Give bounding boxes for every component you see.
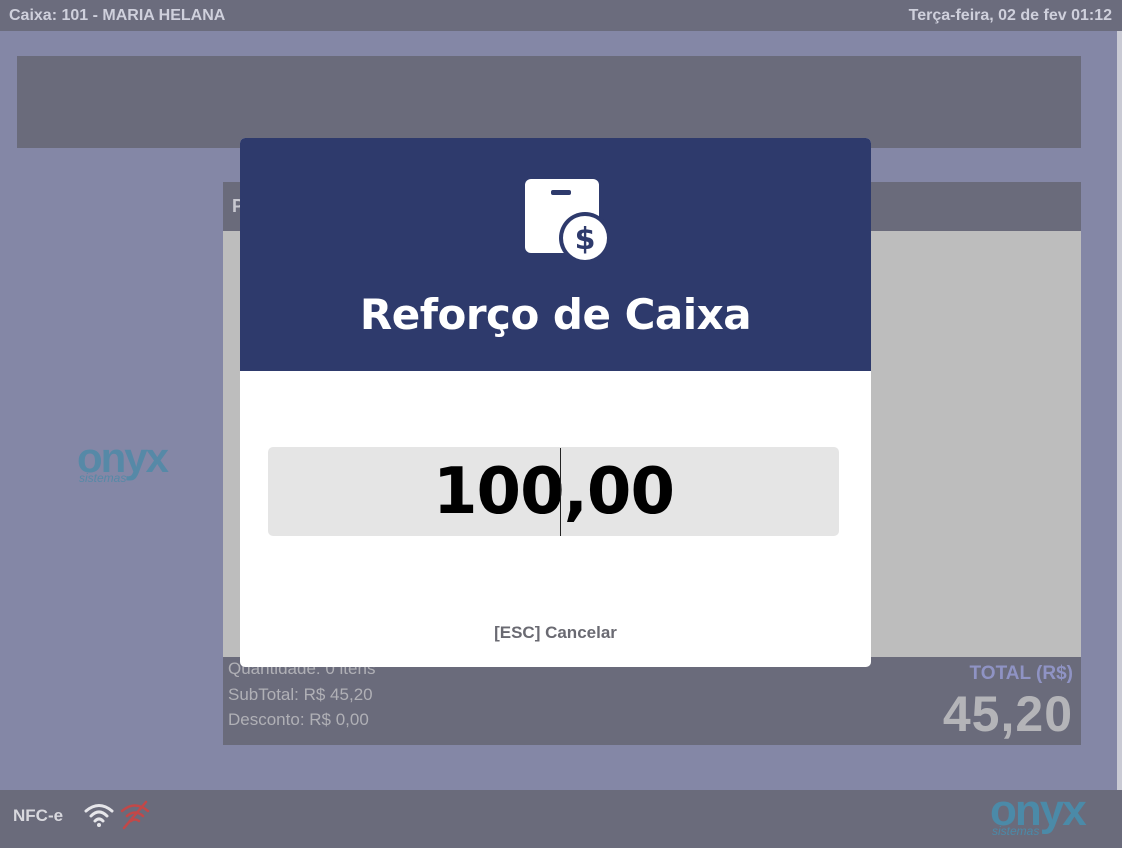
cash-reinforcement-dialog: $ Reforço de Caixa 100,00 [ESC] Cancelar [240,138,871,667]
cancel-button[interactable]: [ESC] Cancelar [240,623,871,643]
top-bar: Caixa: 101 - MARIA HELANA Terça-feira, 0… [0,0,1122,31]
wifi-off-icon [120,800,150,830]
discount-label: Desconto: R$ 0,00 [228,710,369,729]
amount-value: 100,00 [433,454,675,529]
nfce-label: NFC-e [13,806,64,825]
amount-input[interactable]: 100,00 [268,447,839,536]
subtotal-label: SubTotal: R$ 45,20 [228,685,373,704]
wifi-icon [84,804,114,827]
cash-register-dollar-icon: $ [525,179,610,263]
dialog-title: Reforço de Caixa [359,290,752,339]
datetime-label: Terça-feira, 02 de fev 01:12 [908,6,1112,24]
onyx-logo-watermark: onyx sistemas [77,437,187,487]
status-bar: NFC-e onyx sistemas [0,789,1122,848]
register-operator-label: Caixa: 101 - MARIA HELANA [9,6,226,24]
totals-footer: Quantidade: 0 itens SubTotal: R$ 45,20 D… [223,657,1081,745]
right-edge [1117,31,1122,790]
total-value: 45,20 [942,686,1073,742]
product-banner [17,56,1081,148]
dialog-header: $ Reforço de Caixa [240,138,871,371]
svg-text:$: $ [575,222,596,257]
onyx-logo: onyx sistemas [990,789,1105,842]
total-label: TOTAL (R$) [969,663,1073,684]
text-caret [560,448,561,536]
